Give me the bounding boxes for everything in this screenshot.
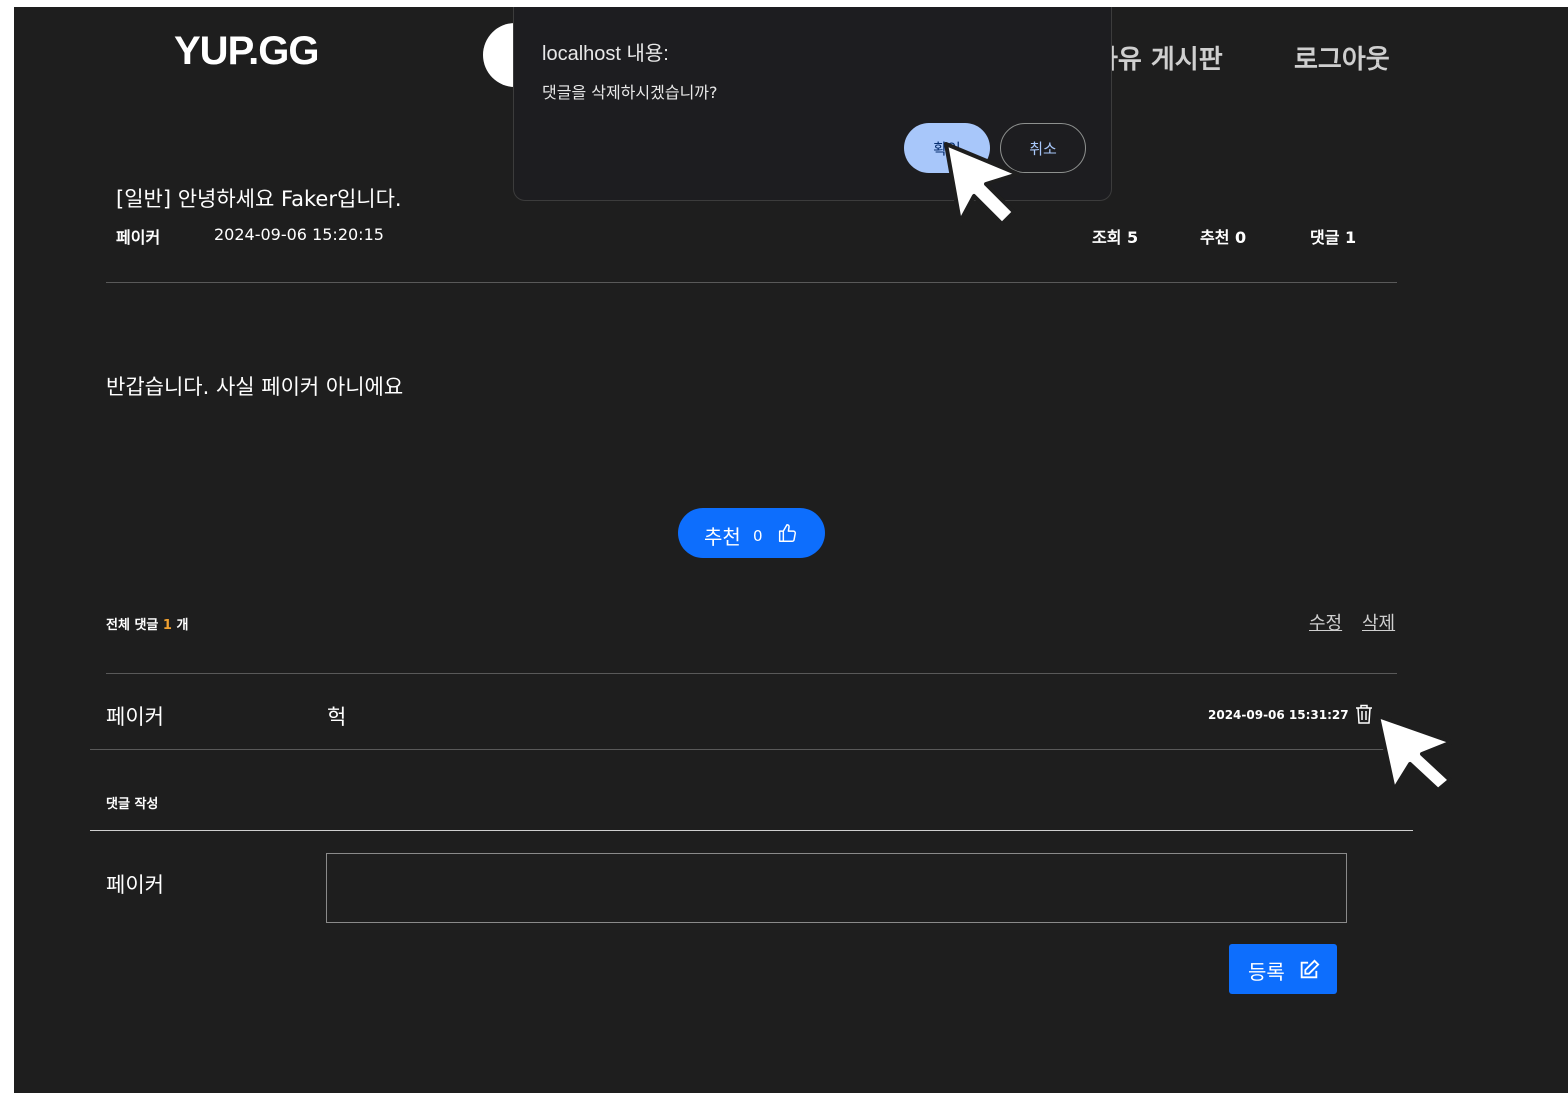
comments-total: 전체 댓글 1 개 [106, 614, 188, 633]
comments-total-count: 1 [162, 618, 172, 633]
nav-free-board[interactable]: 자유 게시판 [1094, 39, 1223, 76]
post-recommend-count: 추천 0 [1200, 228, 1247, 247]
comment-row-divider [90, 749, 1397, 750]
post-body: 반갑습니다. 사실 페이커 아니에요 [106, 375, 404, 399]
dialog-title: localhost 내용: [542, 43, 669, 65]
recommend-button[interactable]: 추천 0 [678, 508, 825, 558]
trash-icon[interactable] [1355, 704, 1373, 724]
comment-author: 페이커 [106, 705, 164, 729]
comment-form-heading: 댓글 작성 [106, 797, 159, 812]
post-datetime: 2024-09-06 15:20:15 [214, 225, 384, 244]
comment-form-author: 페이커 [106, 873, 164, 897]
comments-divider [106, 673, 1397, 674]
comment-delete-link[interactable]: 삭제 [1362, 609, 1395, 635]
edit-icon [1300, 959, 1320, 979]
comment-form-divider [90, 830, 1413, 831]
comments-total-suffix: 개 [176, 618, 189, 633]
pointer-cursor-icon [1376, 714, 1454, 792]
post-views: 조회 5 [1092, 228, 1139, 247]
nav-logout[interactable]: 로그아웃 [1294, 39, 1390, 76]
comment-datetime: 2024-09-06 15:31:27 [1208, 708, 1349, 722]
submit-label: 등록 [1248, 960, 1285, 984]
pointer-cursor-icon [944, 142, 1020, 226]
comment-edit-link[interactable]: 수정 [1309, 609, 1342, 635]
recommend-label: 추천 [704, 525, 741, 549]
post-author: 페이커 [116, 228, 161, 247]
post-comment-count: 댓글 1 [1310, 228, 1357, 247]
submit-comment-button[interactable]: 등록 [1229, 944, 1337, 994]
comment-text: 헉 [327, 705, 347, 729]
post-header-divider [106, 282, 1397, 283]
thumbs-up-icon [778, 524, 796, 542]
recommend-count: 0 [753, 527, 763, 545]
comments-total-prefix: 전체 댓글 [106, 618, 159, 633]
site-logo[interactable]: YUP.GG [174, 29, 319, 74]
comment-input[interactable] [326, 853, 1347, 923]
dialog-message: 댓글을 삭제하시겠습니까? [542, 83, 718, 102]
post-title: [일반] 안녕하세요 Faker입니다. [116, 187, 402, 211]
